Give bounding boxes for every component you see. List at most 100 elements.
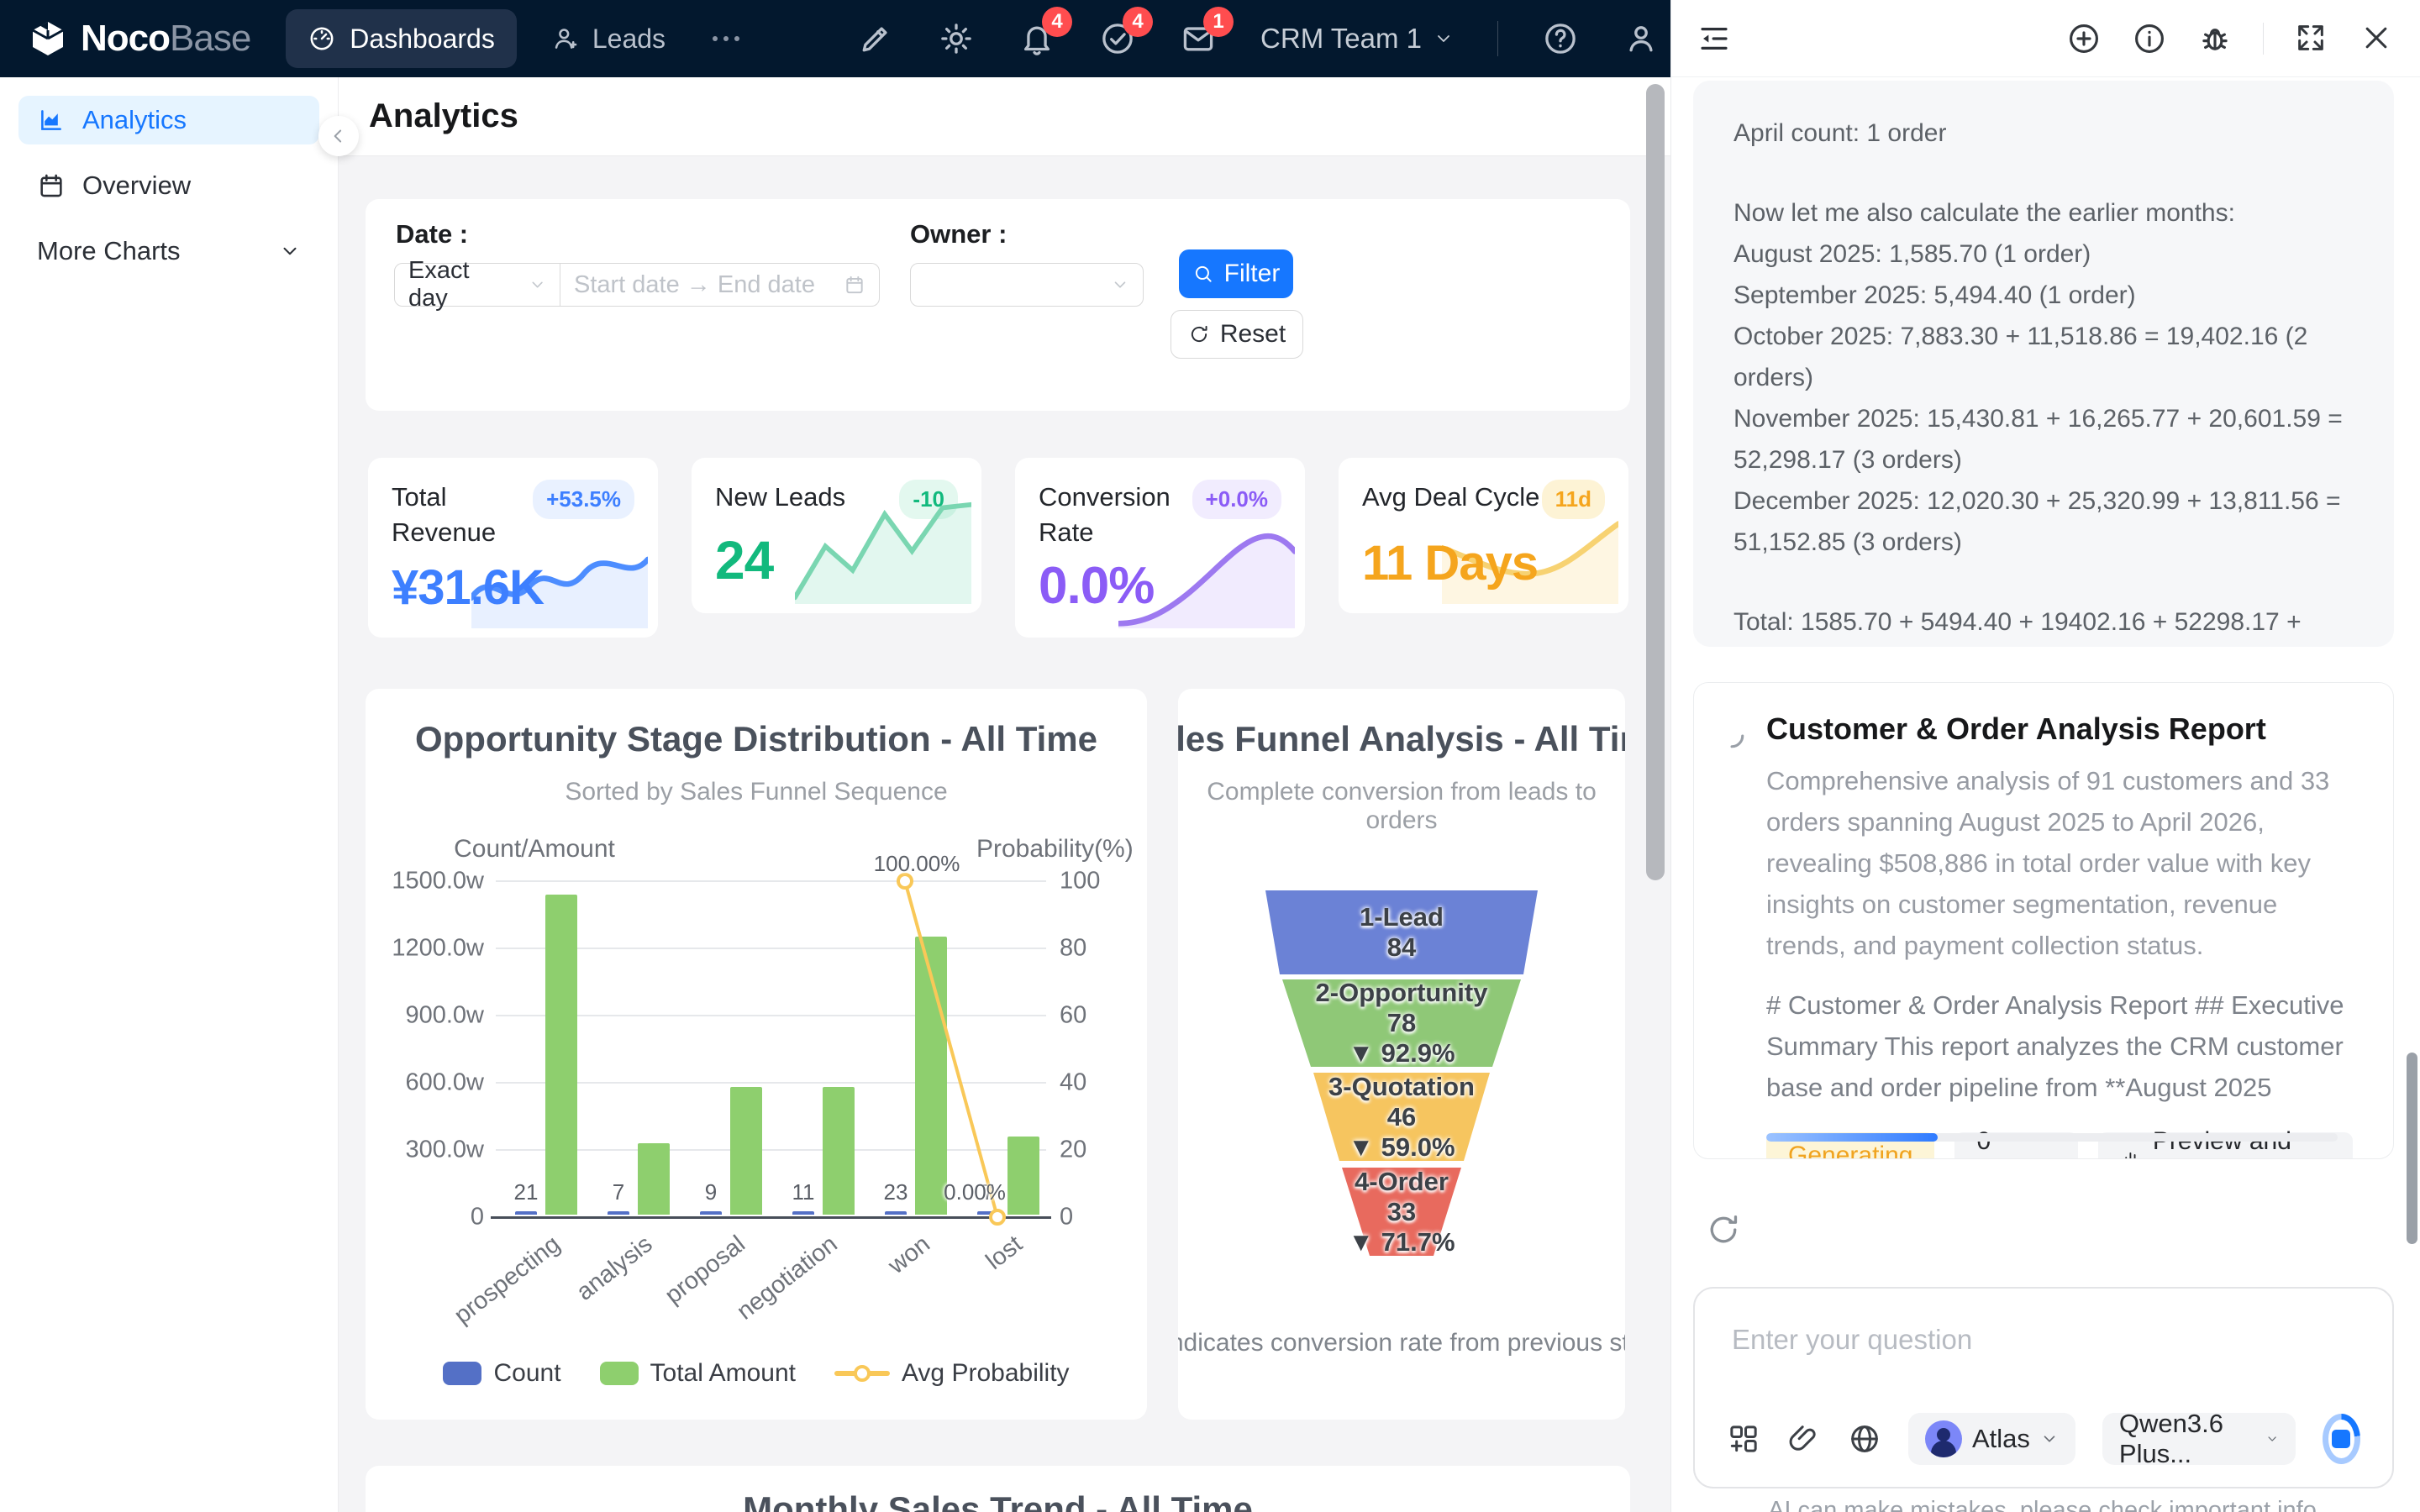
thinking-text-line: October 2025: 7,883.30 + 11,518.86 = 19,…: [1733, 323, 2308, 391]
new-chat-button[interactable]: [2066, 21, 2102, 56]
chart-title: Opportunity Stage Distribution - All Tim…: [414, 719, 1097, 759]
y-axis-tick-right: 80: [1060, 934, 1087, 962]
x-axis-label: won: [883, 1231, 935, 1279]
info-button[interactable]: [2132, 21, 2167, 56]
refresh-icon: [1710, 1215, 1738, 1243]
stat-value: 24: [715, 530, 774, 591]
funnel-stage-label: 2-Opportunity 78 ▼ 92.9%: [1315, 978, 1488, 1068]
header-divider: [2263, 22, 2264, 55]
monthly-sales-trend-card: Monthly Sales Trend - All Time: [366, 1466, 1630, 1512]
filter-button[interactable]: Filter: [1179, 249, 1293, 298]
y-axis-tick-right: 20: [1060, 1136, 1087, 1163]
report-description: Comprehensive analysis of 91 customers a…: [1766, 766, 2330, 960]
tab-label: Leads: [592, 23, 666, 54]
owner-select[interactable]: [910, 263, 1144, 307]
model-selector[interactable]: Qwen3.6 Plus...: [2102, 1409, 2296, 1468]
dashboard-body: Date : Exact day Start date → End date O…: [339, 156, 1670, 1512]
paperclip-icon: [1789, 1425, 1816, 1451]
conversation-list-button[interactable]: [1697, 21, 1732, 56]
highlighter-icon: [862, 27, 887, 52]
model-name: Qwen3.6 Plus...: [2118, 1409, 2223, 1468]
y-axis-tick-left: 300.0w: [405, 1136, 484, 1163]
left-axis-name: Count/Amount: [454, 835, 615, 863]
nocobase-logo[interactable]: NocoBase: [0, 18, 286, 60]
reset-icon: [1191, 325, 1207, 343]
legend-item[interactable]: Total Amount: [599, 1359, 796, 1388]
left-sidebar: Analytics Overview More Charts: [0, 77, 339, 1512]
user-menu-button[interactable]: [1623, 20, 1660, 57]
tab-dashboards[interactable]: Dashboards: [286, 9, 517, 68]
ui-editor-button[interactable]: [857, 20, 894, 57]
chart-subtitle: Complete conversion from leads to orders: [1207, 778, 1597, 834]
globe-icon: [1851, 1425, 1878, 1452]
bar-chart-icon: [2125, 1152, 2136, 1158]
chart-title: Monthly Sales Trend - All Time: [743, 1489, 1253, 1512]
person-plus-icon: [555, 29, 577, 49]
thinking-text-line: April count: 1 order: [1733, 119, 1947, 147]
gear-icon: [941, 24, 971, 54]
agent-avatar: [1925, 1420, 1962, 1457]
ai-thinking-message: April count: 1 order Now let me also calc…: [1693, 81, 2394, 647]
owner-filter-label: Owner :: [910, 219, 1007, 249]
y-axis-tick-right: 0: [1060, 1203, 1074, 1231]
close-icon: [2365, 27, 2387, 48]
chevron-down-icon: [1438, 35, 1449, 42]
main-scrollbar[interactable]: [1646, 84, 1665, 880]
filter-card: Date : Exact day Start date → End date O…: [366, 199, 1630, 411]
date-range-input[interactable]: Start date → End date: [560, 263, 880, 307]
search-icon: [1195, 265, 1212, 282]
tab-leads[interactable]: Leads: [529, 9, 687, 68]
x-axis-label: negotiation: [732, 1231, 843, 1326]
web-search-button[interactable]: [1848, 1422, 1881, 1456]
gauge-icon: [310, 27, 334, 50]
date-type-select[interactable]: Exact day: [394, 257, 560, 312]
regenerate-button[interactable]: [1705, 1211, 1742, 1248]
sidebar-item-more-charts[interactable]: More Charts: [18, 227, 319, 276]
tasks-button[interactable]: 4: [1099, 7, 1154, 57]
ai-disclaimer: AI can make mistakes, please check impor…: [1768, 1497, 2323, 1512]
help-button[interactable]: [1542, 20, 1579, 57]
x-axis-label: lost: [981, 1231, 1028, 1276]
ai-assistant-panel: April count: 1 order Now let me also calc…: [1670, 0, 2420, 1512]
sidebar-item-analytics[interactable]: Analytics: [18, 96, 319, 144]
messages-button[interactable]: 1: [1180, 7, 1234, 57]
date-type-value: Exact day: [408, 257, 470, 312]
chat-input-placeholder: Enter your question: [1732, 1324, 1973, 1355]
stat-badge: +0.0%: [1192, 480, 1281, 519]
close-panel-button[interactable]: [2360, 21, 2395, 56]
legend-item[interactable]: Count: [443, 1359, 561, 1388]
y-axis-tick-left: 900.0w: [405, 1001, 484, 1029]
sidebar-item-label: Overview: [82, 171, 192, 200]
sidebar-item-overview[interactable]: Overview: [18, 161, 319, 210]
sidebar-collapse-button[interactable]: [318, 116, 359, 156]
chevron-down-icon: [2268, 1436, 2276, 1441]
expand-panel-button[interactable]: [2294, 21, 2329, 56]
report-artifact-card[interactable]: Customer & Order Analysis Report Compreh…: [1693, 682, 2394, 1159]
page-header: Analytics: [339, 77, 1670, 156]
thinking-text-line: September 2025: 5,494.40 (1 order): [1733, 281, 2136, 309]
funnel-stage-label: 4-Order 33 ▼ 71.7%: [1348, 1166, 1455, 1257]
y-axis-tick-right: 40: [1060, 1068, 1087, 1096]
debug-button[interactable]: [2197, 21, 2233, 56]
date-range-placeholder: Start date → End date: [574, 270, 815, 298]
notifications-button[interactable]: 4: [1018, 7, 1073, 57]
agent-selector[interactable]: Atlas: [1908, 1413, 2075, 1465]
attach-button[interactable]: [1787, 1422, 1821, 1456]
chat-input-card[interactable]: Enter your question Atlas Qwen3.6 Plus..…: [1693, 1287, 2394, 1488]
stat-card-avg-deal-cycle: Avg Deal Cycle 11d 11 Days: [1339, 458, 1628, 613]
panel-scrollbar[interactable]: [2407, 1053, 2417, 1244]
more-tabs-button[interactable]: [699, 36, 753, 41]
stat-value: ¥31.6K: [392, 560, 544, 615]
calendar-icon: [846, 276, 863, 294]
opportunity-stage-chart-card: Opportunity Stage Distribution - All Tim…: [366, 689, 1147, 1420]
agent-name: Atlas: [1972, 1424, 2030, 1453]
chart-title: Sales Funnel Analysis - All Time: [1178, 719, 1625, 759]
stop-generation-button[interactable]: [2322, 1414, 2360, 1464]
apps-button[interactable]: [1727, 1422, 1760, 1456]
reset-button[interactable]: Reset: [1171, 310, 1303, 359]
legend-item[interactable]: Avg Probability: [834, 1359, 1070, 1388]
main-area: Analytics Date : Exact day Start date → …: [318, 77, 1670, 1512]
team-selector[interactable]: CRM Team 1: [1260, 23, 1454, 55]
settings-button[interactable]: [938, 20, 975, 57]
generation-progress-bar: [1766, 1133, 2338, 1142]
